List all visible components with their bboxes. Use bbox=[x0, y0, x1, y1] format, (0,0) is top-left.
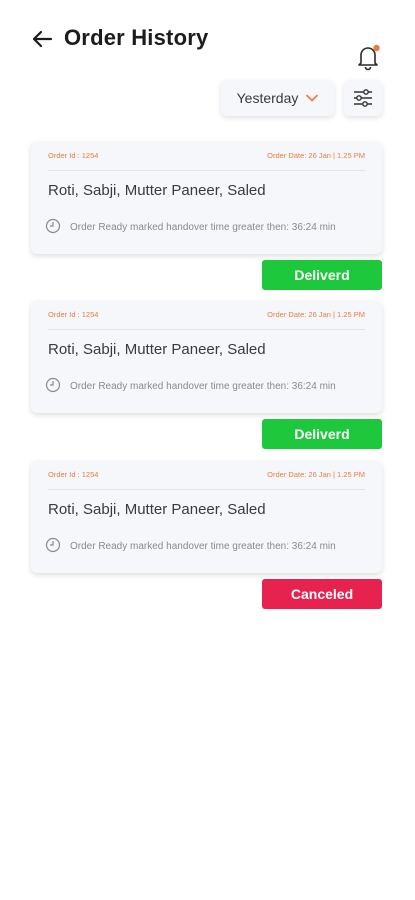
clock-icon bbox=[45, 218, 61, 234]
divider bbox=[48, 329, 365, 330]
clock-icon bbox=[45, 377, 61, 393]
divider bbox=[48, 170, 365, 171]
order-date: Order Date: 26 Jan | 1.25 PM bbox=[267, 151, 365, 160]
order-date: Order Date: 26 Jan | 1.25 PM bbox=[267, 470, 365, 479]
order-items: Roti, Sabji, Mutter Paneer, Saled bbox=[48, 182, 266, 199]
handover-note: Order Ready marked handover time greater… bbox=[70, 381, 336, 392]
sliders-icon bbox=[354, 89, 372, 107]
handover-note: Order Ready marked handover time greater… bbox=[70, 222, 336, 233]
divider bbox=[48, 489, 365, 490]
handover-note: Order Ready marked handover time greater… bbox=[70, 541, 336, 552]
date-filter-dropdown[interactable]: Yesterday bbox=[221, 80, 334, 116]
filter-button[interactable] bbox=[344, 80, 382, 116]
status-badge[interactable]: Deliverd bbox=[262, 260, 382, 290]
order-card[interactable]: Order Id : 1254 Order Date: 26 Jan | 1.2… bbox=[31, 142, 382, 254]
arrow-left-icon[interactable] bbox=[30, 28, 54, 50]
app-header: Order History bbox=[0, 0, 415, 72]
order-id: Order Id : 1254 bbox=[48, 470, 99, 479]
status-badge[interactable]: Canceled bbox=[262, 579, 382, 609]
date-filter-value: Yesterday bbox=[236, 90, 299, 106]
filter-row: Yesterday bbox=[0, 80, 415, 120]
bell-icon[interactable] bbox=[354, 42, 382, 72]
order-card[interactable]: Order Id : 1254 Order Date: 26 Jan | 1.2… bbox=[31, 461, 382, 573]
page-title: Order History bbox=[64, 25, 209, 50]
order-id: Order Id : 1254 bbox=[48, 151, 99, 160]
order-items: Roti, Sabji, Mutter Paneer, Saled bbox=[48, 341, 266, 358]
order-date: Order Date: 26 Jan | 1.25 PM bbox=[267, 310, 365, 319]
status-badge[interactable]: Deliverd bbox=[262, 419, 382, 449]
chevron-down-icon bbox=[306, 94, 319, 102]
order-id: Order Id : 1254 bbox=[48, 310, 99, 319]
order-card[interactable]: Order Id : 1254 Order Date: 26 Jan | 1.2… bbox=[31, 301, 382, 413]
clock-icon bbox=[45, 537, 61, 553]
order-items: Roti, Sabji, Mutter Paneer, Saled bbox=[48, 501, 266, 518]
